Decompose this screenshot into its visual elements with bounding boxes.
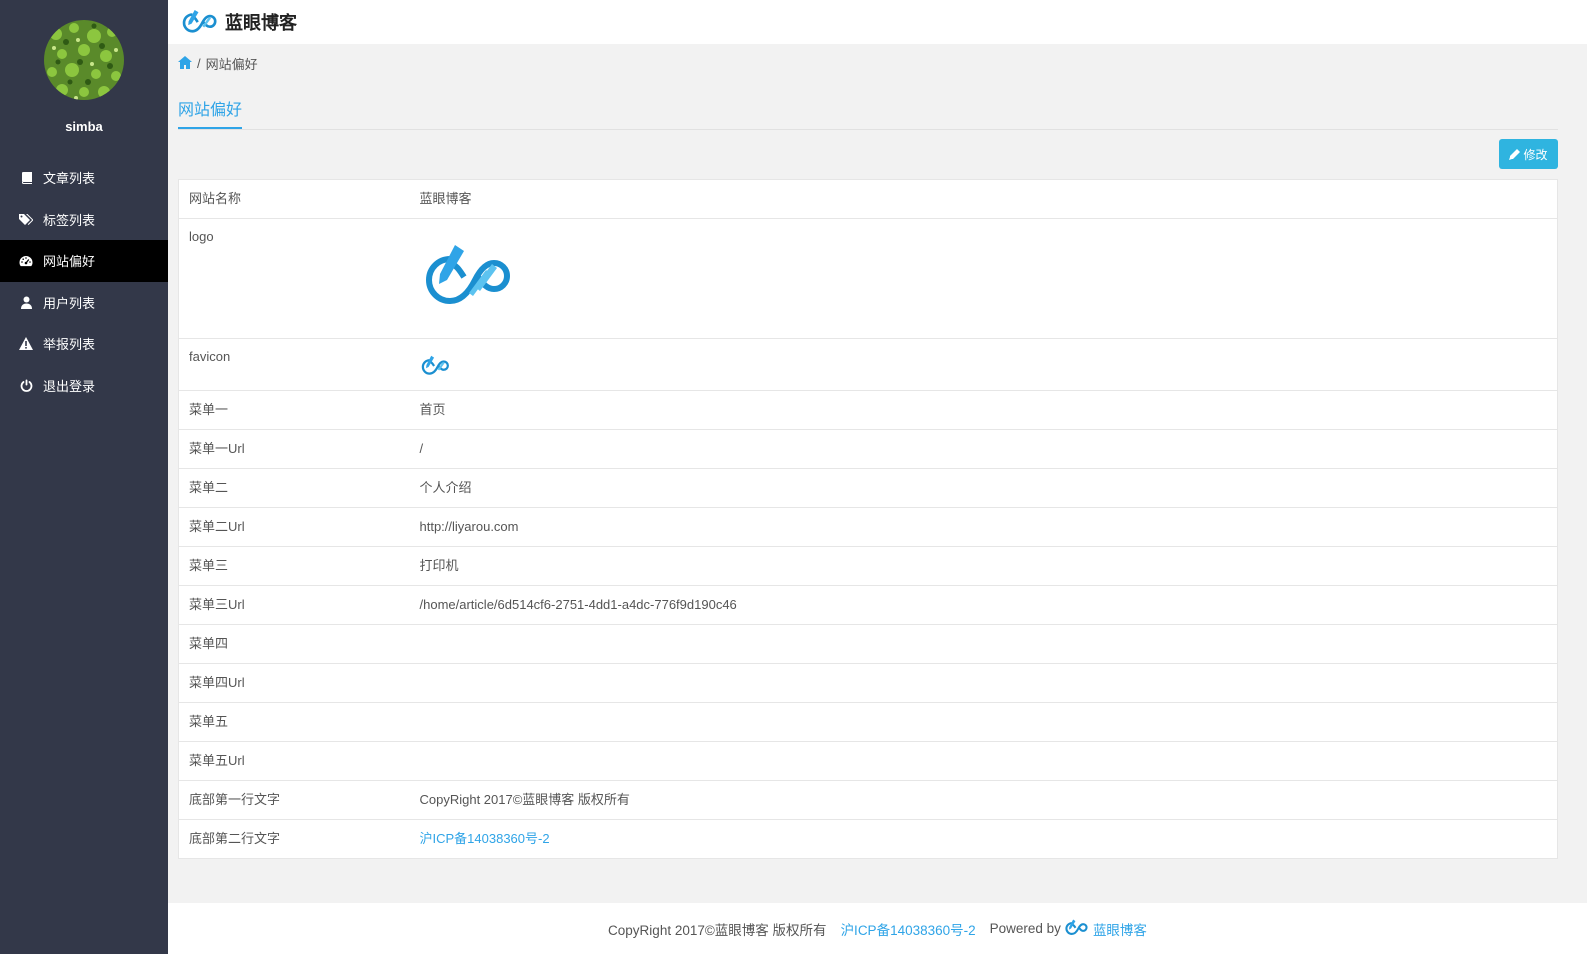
row-value: CopyRight 2017©蓝眼博客 版权所有: [409, 780, 1558, 820]
row-value: [409, 218, 1558, 339]
breadcrumb: / 网站偏好: [178, 54, 258, 73]
row-value: [409, 624, 1558, 664]
sidebar-item-label: 退出登录: [43, 378, 96, 394]
row-value: 首页: [409, 390, 1558, 430]
sidebar-item-label: 文章列表: [43, 171, 96, 187]
home-icon[interactable]: [178, 55, 196, 72]
tab-bar: 网站偏好: [178, 100, 1558, 130]
footer-icp-link[interactable]: 沪ICP备14038360号-2: [841, 919, 976, 939]
table-row: 菜单二Url http://liyarou.com: [178, 507, 1558, 547]
sidebar-item-reports[interactable]: 举报列表: [0, 323, 168, 365]
row-key: 底部第二行文字: [178, 819, 410, 859]
sidebar-item-label: 标签列表: [43, 212, 96, 228]
table-row: 菜单一 首页: [178, 390, 1558, 430]
breadcrumb-separator: /: [197, 56, 201, 71]
row-value: [409, 741, 1558, 781]
table-row: 菜单五Url: [178, 741, 1558, 781]
book-icon: [19, 171, 33, 185]
avatar[interactable]: [44, 20, 124, 100]
table-row: 菜单一Url /: [178, 429, 1558, 469]
sidebar-item-tags[interactable]: 标签列表: [0, 199, 168, 241]
infinity-pen-logo-icon: [1061, 919, 1093, 938]
edit-button-label: 修改: [1523, 147, 1548, 162]
row-key: 菜单二: [178, 468, 410, 508]
top-header: 蓝眼博客: [168, 0, 1587, 44]
breadcrumb-current: 网站偏好: [205, 57, 258, 72]
table-row: 底部第一行文字 CopyRight 2017©蓝眼博客 版权所有: [178, 780, 1558, 820]
sidebar-item-site-preferences[interactable]: 网站偏好: [0, 240, 168, 282]
footer-powered-by: Powered by: [989, 921, 1061, 936]
row-value: /home/article/6d514cf6-2751-4dd1-a4dc-77…: [409, 585, 1558, 625]
row-key: 菜单三Url: [178, 585, 410, 625]
table-row: 菜单四Url: [178, 663, 1558, 703]
favicon-image: [421, 355, 449, 375]
table-row: 菜单二 个人介绍: [178, 468, 1558, 508]
table-row: 菜单五: [178, 702, 1558, 742]
table-row: 网站名称 蓝眼博客: [178, 179, 1558, 219]
site-logo-image: [425, 245, 510, 305]
row-key: 菜单一: [178, 390, 410, 430]
username: simba: [65, 119, 103, 134]
row-value: http://liyarou.com: [409, 507, 1558, 547]
row-value: 沪ICP备14038360号-2: [409, 819, 1558, 859]
brand-name[interactable]: 蓝眼博客: [225, 9, 297, 35]
row-key: 菜单二Url: [178, 507, 410, 547]
sidebar-item-label: 举报列表: [43, 337, 96, 353]
table-row: 底部第二行文字 沪ICP备14038360号-2: [178, 819, 1558, 859]
table-row: 菜单三Url /home/article/6d514cf6-2751-4dd1-…: [178, 585, 1558, 625]
tab-site-preferences[interactable]: 网站偏好: [178, 100, 243, 129]
table-row: logo: [178, 218, 1558, 339]
row-key: favicon: [178, 338, 410, 391]
row-key: 菜单一Url: [178, 429, 410, 469]
row-value: [409, 702, 1558, 742]
row-key: 菜单五Url: [178, 741, 410, 781]
sidebar-item-label: 网站偏好: [43, 254, 96, 270]
page-footer: CopyRight 2017©蓝眼博客 版权所有 沪ICP备14038360号-…: [168, 903, 1587, 954]
sidebar: simba 文章列表 标签列表 网站偏好 用户列表 举报列表 退出登录: [0, 0, 168, 954]
user-icon: [19, 295, 33, 309]
table-row: 菜单三 打印机: [178, 546, 1558, 586]
row-value: /: [409, 429, 1558, 469]
sidebar-item-label: 用户列表: [43, 295, 96, 311]
row-key: 菜单四: [178, 624, 410, 664]
power-icon: [19, 378, 33, 392]
row-key: 底部第一行文字: [178, 780, 410, 820]
row-value: 蓝眼博客: [409, 179, 1558, 219]
footer-copyright: CopyRight 2017©蓝眼博客 版权所有: [608, 922, 827, 938]
pencil-icon: [1509, 148, 1521, 160]
row-value: [409, 338, 1558, 391]
row-key: 菜单四Url: [178, 663, 410, 703]
footer-brand-link[interactable]: 蓝眼博客: [1093, 919, 1147, 939]
table-row: favicon: [178, 338, 1558, 391]
row-key: logo: [178, 218, 410, 339]
row-key: 菜单三: [178, 546, 410, 586]
sidebar-item-articles[interactable]: 文章列表: [0, 157, 168, 199]
row-key: 网站名称: [178, 179, 410, 219]
sidebar-item-users[interactable]: 用户列表: [0, 282, 168, 324]
sidebar-nav: 文章列表 标签列表 网站偏好 用户列表 举报列表 退出登录: [0, 157, 168, 406]
settings-table: 网站名称 蓝眼博客 logo favicon 菜单一 首页 菜单一Url / 菜…: [178, 179, 1558, 859]
row-value: 打印机: [409, 546, 1558, 586]
warning-icon: [19, 337, 33, 351]
dashboard-icon: [19, 254, 33, 268]
row-key: 菜单五: [178, 702, 410, 742]
icp-link[interactable]: 沪ICP备14038360号-2: [420, 831, 550, 846]
table-row: 菜单四: [178, 624, 1558, 664]
edit-button[interactable]: 修改: [1499, 139, 1558, 169]
row-value: [409, 663, 1558, 703]
sidebar-item-logout[interactable]: 退出登录: [0, 365, 168, 407]
tags-icon: [19, 212, 33, 226]
row-value: 个人介绍: [409, 468, 1558, 508]
infinity-pen-logo-icon[interactable]: [181, 9, 225, 36]
